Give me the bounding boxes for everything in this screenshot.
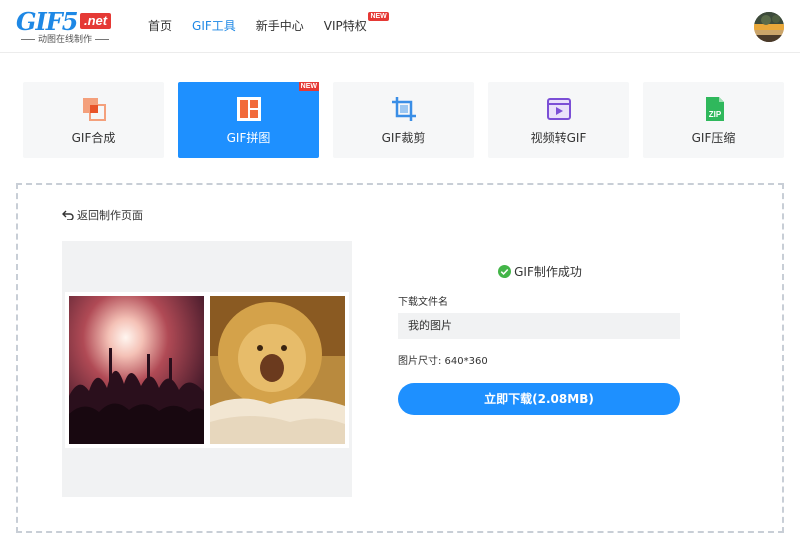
nav-item-beginner-center[interactable]: 新手中心 — [256, 0, 304, 53]
new-badge: NEW — [298, 82, 319, 91]
tool-label: GIF裁剪 — [381, 131, 426, 145]
logo-text: GIF5 — [16, 7, 78, 36]
tool-label: GIF拼图 — [226, 131, 271, 145]
lion-cat-photo — [210, 296, 345, 444]
tool-label: GIF合成 — [71, 131, 116, 145]
nav-item-vip[interactable]: VIP特权 NEW — [323, 0, 389, 53]
preview-canvas — [65, 292, 349, 448]
download-button[interactable]: 立即下载(2.08MB) — [398, 383, 680, 415]
gif-merge-icon — [81, 96, 107, 122]
avatar[interactable] — [754, 12, 784, 42]
nav-item-gif-tools[interactable]: GIF工具 — [192, 0, 236, 53]
back-link-label: 返回制作页面 — [77, 209, 143, 222]
tool-gif-puzzle[interactable]: GIF拼图 NEW — [178, 82, 319, 158]
logo-net-badge: .net — [80, 13, 112, 29]
tool-gif-crop[interactable]: GIF裁剪 — [333, 82, 474, 158]
main-nav: 首页 GIF工具 新手中心 VIP特权 NEW — [148, 0, 389, 53]
success-text: GIF制作成功 — [514, 265, 582, 279]
gif-preview — [62, 241, 352, 497]
crop-icon — [391, 96, 417, 122]
zip-icon-text: ZIP — [709, 110, 722, 119]
concert-photo — [69, 296, 204, 444]
tool-label: 视频转GIF — [530, 131, 587, 145]
logo[interactable]: GIF5 .net 动图在线制作 — [16, 8, 116, 46]
back-arrow-icon — [62, 210, 74, 220]
nav-item-vip-label: VIP特权 — [323, 19, 367, 33]
video-icon — [546, 96, 572, 122]
image-size-text: 图片尺寸: 640*360 — [398, 356, 488, 367]
filename-label: 下载文件名 — [398, 297, 448, 308]
filename-input[interactable] — [398, 313, 680, 339]
logo-tagline: 动图在线制作 — [16, 34, 114, 46]
nav-item-home[interactable]: 首页 — [148, 0, 172, 53]
back-to-editor-link[interactable]: 返回制作页面 — [62, 207, 143, 223]
tool-video-to-gif[interactable]: 视频转GIF — [488, 82, 629, 158]
tool-gif-merge[interactable]: GIF合成 — [23, 82, 164, 158]
check-circle-icon — [498, 265, 512, 278]
tool-gif-compress[interactable]: ZIP GIF压缩 — [643, 82, 784, 158]
tool-cards: GIF合成 GIF拼图 NEW GIF裁剪 视频转GIF ZIP GIF压缩 — [23, 82, 785, 158]
gif-puzzle-icon — [236, 96, 262, 122]
new-badge: NEW — [368, 12, 389, 21]
zip-icon: ZIP — [701, 96, 727, 122]
work-area: 返回制作页面 GIF制作成功 下载文件名 我的图片 图片尺寸: 640*360 … — [16, 183, 784, 533]
header: GIF5 .net 动图在线制作 首页 GIF工具 新手中心 VIP特权 NEW — [0, 0, 800, 53]
success-message: GIF制作成功 — [398, 263, 682, 280]
tool-label: GIF压缩 — [691, 131, 736, 145]
